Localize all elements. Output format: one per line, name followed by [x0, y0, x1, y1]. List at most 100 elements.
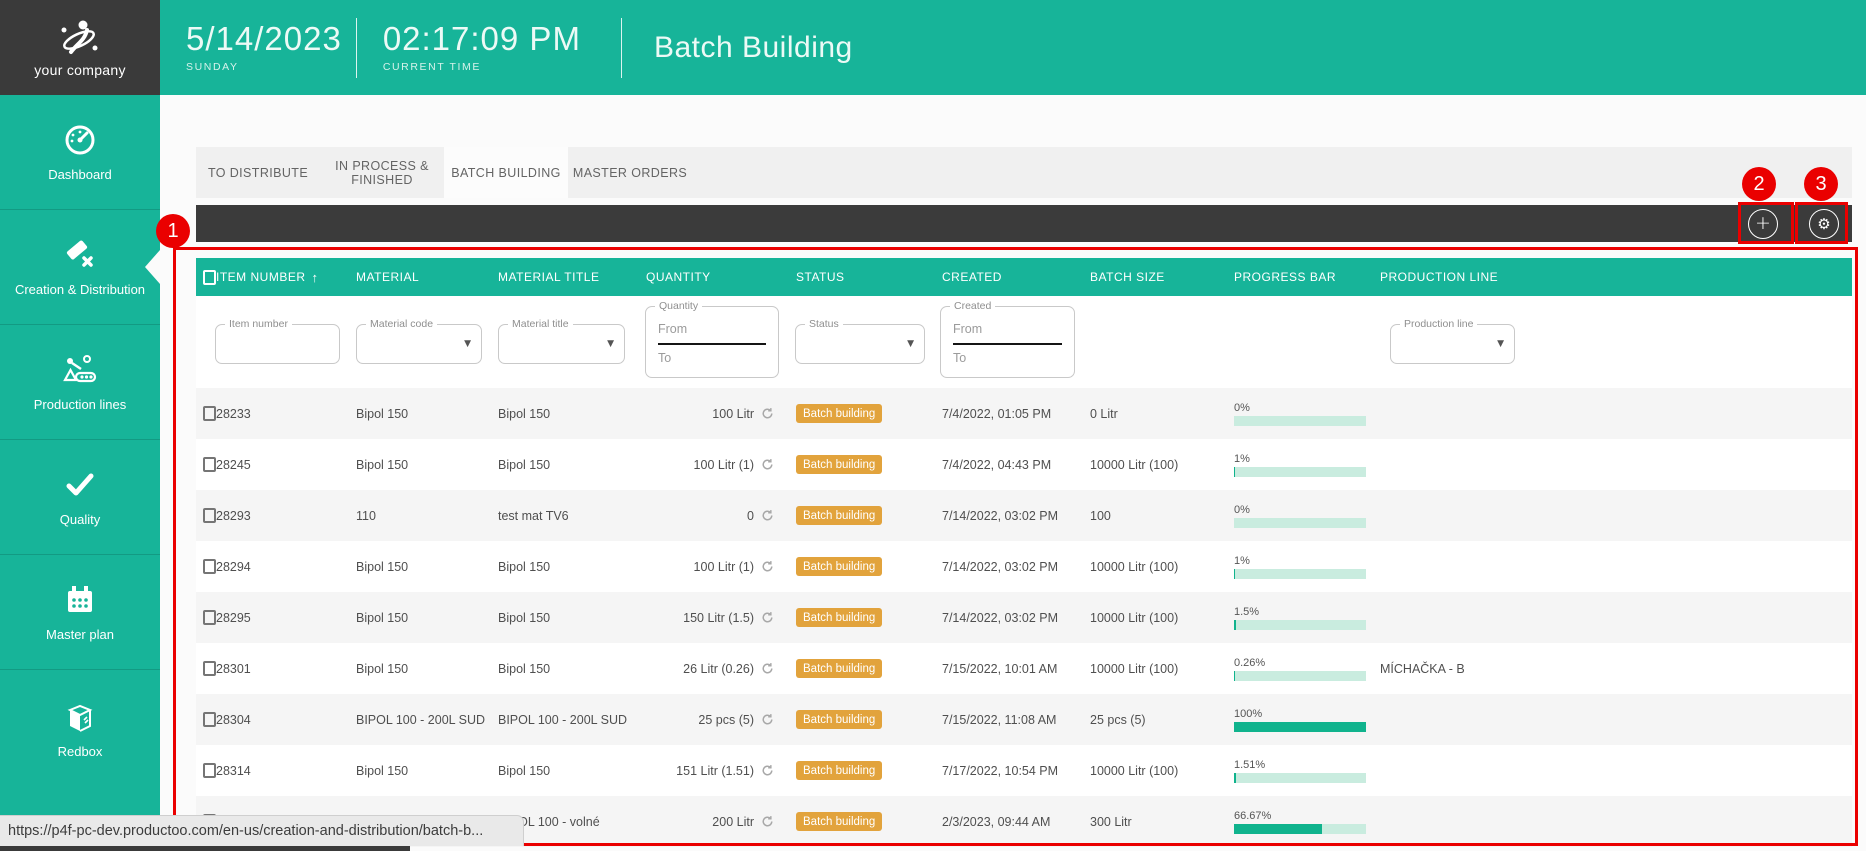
sidebar-item-label: Master plan — [46, 627, 114, 642]
row-checkbox[interactable] — [203, 712, 216, 727]
cell-status: Batch building — [778, 710, 924, 729]
refresh-icon[interactable] — [761, 815, 774, 828]
sidebar-item-label: Quality — [59, 512, 101, 527]
sidebar-item-creation-distribution[interactable]: Creation & Distribution — [0, 210, 160, 325]
tab-in-process-finished[interactable]: IN PROCESS & FINISHED — [320, 147, 444, 198]
status-badge: Batch building — [796, 659, 883, 678]
sidebar-item-quality[interactable]: Quality — [0, 440, 160, 555]
gauge-icon — [65, 125, 95, 155]
refresh-icon — [762, 510, 773, 521]
refresh-icon — [762, 714, 773, 725]
header-divider — [355, 17, 357, 78]
progress-label: 1% — [1234, 554, 1250, 567]
chevron-down-icon: ▼ — [607, 339, 614, 349]
quantity-value: 151 Litr (1.51) — [676, 763, 754, 778]
progress-track — [1234, 721, 1366, 732]
row-checkbox[interactable] — [203, 406, 216, 421]
quantity-to-input[interactable]: To — [658, 351, 671, 365]
refresh-icon[interactable] — [761, 509, 774, 522]
progress-fill — [1234, 568, 1236, 579]
sidebar-item-master-plan[interactable]: Master plan — [0, 555, 160, 670]
cell-item-number: 28233 — [216, 406, 251, 421]
status-badge: Batch building — [796, 506, 883, 525]
cell-created: 7/14/2022, 03:02 PM — [942, 559, 1059, 574]
production-line-filter-select[interactable]: Production line ▼ — [1390, 318, 1515, 364]
cell-status: Batch building — [778, 812, 924, 831]
table-row[interactable]: 28233 Bipol 150 Bipol 150 100 Litr Batch bui… — [196, 388, 1852, 439]
quantity-value: 200 Litr — [712, 814, 754, 829]
status-badge: Batch building — [796, 710, 883, 729]
quantity-value: 100 Litr (1) — [693, 457, 754, 472]
cell-status: Batch building — [778, 404, 924, 423]
table-row[interactable]: 28294 Bipol 150 Bipol 150 100 Litr (1) Batch… — [196, 541, 1852, 592]
row-checkbox[interactable] — [203, 661, 216, 676]
refresh-icon[interactable] — [761, 662, 774, 675]
quantity-from-input[interactable]: From — [658, 322, 687, 336]
cell-progress: 66.67% — [1218, 810, 1366, 834]
material-code-filter-select[interactable]: Material code ▼ — [356, 318, 482, 364]
tab-batch-building[interactable]: BATCH BUILDING — [444, 147, 568, 198]
cell-status: Batch building — [778, 506, 924, 525]
column-header-status[interactable]: STATUS — [778, 270, 924, 284]
sidebar-item-redbox[interactable]: Redbox — [0, 670, 160, 788]
cell-created: 7/17/2022, 10:54 PM — [942, 763, 1059, 778]
cell-quantity: 100 Litr (1) — [646, 560, 778, 574]
cell-batch-size: 10000 Litr (100) — [1090, 610, 1179, 625]
add-button[interactable]: + — [1748, 208, 1778, 239]
sort-ascending-icon[interactable]: ↑ — [312, 270, 319, 285]
tab-master-orders[interactable]: MASTER ORDERS — [568, 147, 692, 198]
column-header-production-line[interactable]: PRODUCTION LINE — [1366, 270, 1852, 284]
refresh-icon[interactable] — [761, 713, 774, 726]
column-header-batch-size[interactable]: BATCH SIZE — [1074, 270, 1218, 284]
select-all-checkbox[interactable] — [203, 269, 216, 285]
created-filter-range[interactable]: Created From To — [940, 300, 1075, 378]
column-header-progress-bar[interactable]: PROGRESS BAR — [1218, 270, 1366, 284]
column-header-quantity[interactable]: QUANTITY — [646, 270, 778, 284]
cell-material: Bipol 150 — [356, 661, 409, 676]
header-divider — [620, 17, 622, 78]
row-checkbox[interactable] — [203, 508, 216, 523]
cell-quantity: 25 pcs (5) — [646, 713, 778, 727]
filter-row: Item number Material code ▼ Material tit… — [196, 296, 1852, 388]
row-checkbox[interactable] — [203, 763, 216, 778]
material-title-filter-select[interactable]: Material title ▼ — [498, 318, 625, 364]
table-row[interactable]: 28295 Bipol 150 Bipol 150 150 Litr (1.5) Bat… — [196, 592, 1852, 643]
refresh-icon[interactable] — [761, 458, 774, 471]
refresh-icon[interactable] — [761, 611, 774, 624]
cell-material: BIPOL 100 - 200L SUD — [356, 712, 486, 727]
refresh-icon[interactable] — [761, 764, 774, 777]
progress-wrap: 1% — [1234, 555, 1366, 579]
column-header-item-number[interactable]: ITEM NUMBER ↑ — [216, 270, 356, 285]
refresh-icon — [762, 765, 773, 776]
cell-item-number: 28304 — [216, 712, 251, 727]
cell-item-number: 28293 — [216, 508, 251, 523]
sidebar-item-production-lines[interactable]: Production lines — [0, 325, 160, 440]
column-header-created[interactable]: CREATED — [924, 270, 1074, 284]
table-row[interactable]: 28304 BIPOL 100 - 200L SUD BIPOL 100 - 200… — [196, 694, 1852, 745]
refresh-icon[interactable] — [761, 407, 774, 420]
created-to-input[interactable]: To — [953, 351, 966, 365]
settings-button[interactable]: ⚙ — [1809, 208, 1839, 239]
table-row[interactable]: 28301 Bipol 150 Bipol 150 26 Litr (0.26) Bat… — [196, 643, 1852, 694]
status-badge: Batch building — [796, 557, 883, 576]
table-row[interactable]: 28293 110 test mat TV6 0 Batch building 7/14/… — [196, 490, 1852, 541]
current-time-label: CURRENT TIME — [382, 60, 481, 73]
row-checkbox[interactable] — [203, 559, 216, 574]
progress-fill — [1234, 619, 1236, 630]
column-header-material-title[interactable]: MATERIAL TITLE — [498, 270, 646, 284]
column-header-material[interactable]: MATERIAL — [356, 270, 498, 284]
row-checkbox[interactable] — [203, 610, 216, 625]
sidebar-item-dashboard[interactable]: Dashboard — [0, 95, 160, 210]
status-badge: Batch building — [796, 812, 883, 831]
table-row[interactable]: 28314 Bipol 150 Bipol 150 151 Litr (1.51) Ba… — [196, 745, 1852, 796]
table-row[interactable]: 28245 Bipol 150 Bipol 150 100 Litr (1) Batch… — [196, 439, 1852, 490]
cell-item-number: 28294 — [216, 559, 251, 574]
tab-to-distribute[interactable]: TO DISTRIBUTE — [196, 147, 320, 198]
row-checkbox[interactable] — [203, 457, 216, 472]
item-number-filter-input[interactable]: Item number — [215, 318, 340, 364]
progress-label: 0% — [1234, 503, 1250, 516]
refresh-icon[interactable] — [761, 560, 774, 573]
status-filter-select[interactable]: Status ▼ — [795, 318, 925, 364]
created-from-input[interactable]: From — [953, 322, 982, 336]
quantity-filter-range[interactable]: Quantity From To — [645, 300, 779, 378]
